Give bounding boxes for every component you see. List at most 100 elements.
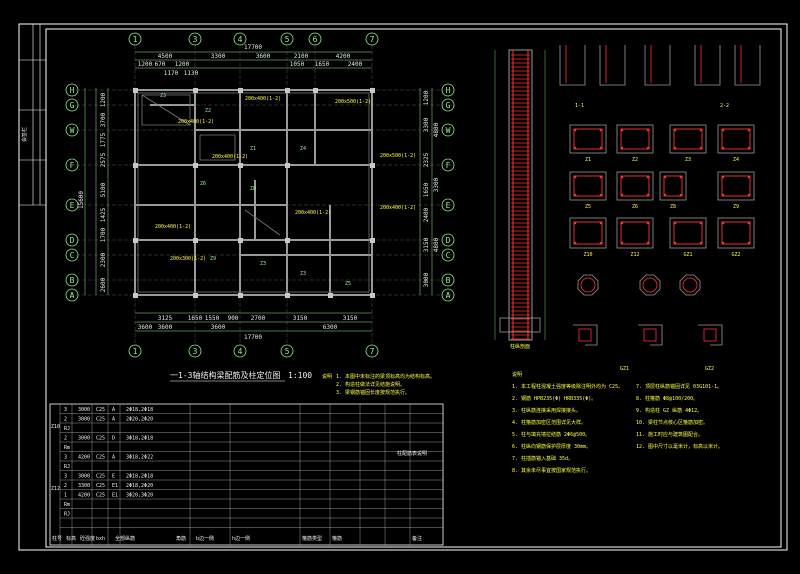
table-cell-0-0: 3	[64, 407, 67, 413]
axis-bottom-3: 3	[193, 347, 198, 356]
note-left-5: 6. 柱纵向钢筋保护层厚度 30mm。	[512, 443, 591, 450]
section-bar-9-0	[620, 221, 624, 225]
axis-left-D: D	[70, 236, 75, 245]
axis-top-3: 3	[193, 35, 198, 44]
beam-label-1: 200x500(1-2)	[335, 99, 371, 105]
section-bar-8-1	[599, 221, 603, 225]
plan-top-dims-2: 1200 670 1200 1050 1650 2400	[138, 61, 363, 68]
left-dim-0: 1200	[100, 92, 107, 107]
section-label-4: Z5	[585, 204, 591, 210]
plan-wall-thin	[137, 92, 370, 293]
bottom-dim-1-2: 1550	[205, 315, 220, 322]
section-bar-10-1	[699, 221, 703, 225]
axis-right-D: D	[446, 236, 451, 245]
axis-bottom-1: 1	[133, 347, 138, 356]
section-bar-9-3	[646, 241, 650, 245]
left-dim-2: 1775	[100, 132, 107, 147]
section-label-3: Z4	[733, 157, 739, 163]
top-dim-2-4: 1650	[315, 61, 330, 68]
table-cell-1-3: A	[112, 417, 115, 423]
table-cell-2-0: RJ	[64, 426, 70, 432]
section-stirrup-6	[663, 175, 683, 197]
column-label-3: Z4	[300, 146, 306, 152]
axis-right-A: A	[446, 291, 451, 300]
section-stirrup-1	[620, 128, 650, 150]
plan-note-0: 1. 本图中未标注的梁顶标高均为结构标高。	[336, 373, 435, 380]
section-stirrup-10	[673, 221, 703, 245]
upper-detail-1	[599, 45, 626, 86]
axis-right-C: C	[446, 251, 451, 260]
table-cell-7-0: 3	[64, 474, 67, 480]
table-cell-7-4: 2Φ18,2Φ18	[126, 474, 153, 480]
section-bar-9-2	[620, 241, 624, 245]
section-bar-1-0	[620, 128, 624, 132]
section-bar-7-0	[721, 175, 725, 179]
axis-right-W: W	[446, 126, 451, 135]
plan-note-2: 3. 梁钢筋锚固长度按规范执行。	[336, 389, 410, 396]
left-dim-5: 1425	[100, 207, 107, 222]
axis-bottom-5: 5	[285, 347, 290, 356]
top-dim-2-3: 1050	[290, 61, 305, 68]
section-bar-7-1	[747, 175, 751, 179]
right-dim-6: 3000	[423, 272, 430, 287]
section-label-1: Z2	[632, 157, 638, 163]
table-header-5: 角筋	[176, 535, 186, 542]
bottom-dim-1-3: 900	[228, 315, 239, 322]
column-table: 3 3000 C25 A 2Φ18,2Φ18 2 3000 C25 A 2Φ20,2Φ20 RJ 2 3…	[49, 403, 444, 546]
table-cell-9-2: C25	[96, 493, 105, 499]
plan-walls	[134, 89, 373, 296]
section-bar-9-1	[646, 221, 650, 225]
gz-stirrup-0	[578, 328, 592, 342]
upper-detail-4	[734, 45, 761, 86]
section-stirrup-3	[721, 128, 751, 150]
table-cell-1-2: C25	[96, 417, 105, 423]
table-cell-9-4: 3Φ20,3Φ20	[126, 493, 153, 499]
plan-scale: 1:100	[288, 371, 312, 380]
table-header-6: b边一侧	[196, 535, 214, 542]
right-dim-2-0: 4800	[433, 122, 440, 137]
column-label-4: Z6	[200, 181, 206, 187]
table-cell-11-0: RJ	[64, 512, 70, 518]
plan-top-dims-3: 1170 1130	[164, 70, 199, 77]
upper-detail-0	[559, 45, 586, 86]
section-label-5: Z6	[632, 204, 638, 210]
beam-label-7: 200x400(1-2)	[155, 224, 191, 230]
right-dim-4: 2400	[423, 207, 430, 222]
top-dim-1-2: 3600	[256, 53, 271, 60]
right-dim-3: 1650	[423, 182, 430, 197]
plan-notes-list: 1. 本图中未标注的梁顶标高均为结构标高。2. 构造柱做法详见结施说明。3. 梁…	[336, 373, 435, 396]
note-left-3: 4. 柱箍筋加密区范围详见大样。	[512, 419, 586, 426]
section-label-6: Z8	[670, 204, 676, 210]
column-label-1: Z2	[205, 108, 211, 114]
bottom-dim-2-2: 3600	[211, 324, 226, 331]
table-cell-5-1: 4200	[78, 455, 90, 461]
axis-left-C: C	[70, 251, 75, 260]
beam-label-4: 200x500(1-2)	[380, 153, 416, 159]
section-bar-5-0	[620, 175, 624, 179]
table-cell-3-0: 2	[64, 436, 67, 442]
axis-left-A: A	[70, 291, 75, 300]
plan-right-dims: 1200 3300 2325 1650 2400 3150 3000	[423, 90, 430, 287]
column-label-6: Z9	[210, 256, 216, 262]
note-left-0: 1. 本工程柱混凝土强度等级除注明外均为 C25。	[512, 383, 623, 390]
beam-label-8: 200x300(1-2)	[170, 256, 206, 262]
axis-left-F: F	[70, 161, 75, 170]
section-bar-8-0	[573, 221, 577, 225]
gz-detail-0	[573, 324, 598, 346]
beam-label-0: 200x400(1-2)	[245, 96, 281, 102]
plan-dimension-lines	[84, 51, 433, 332]
axis-left-G: G	[70, 101, 75, 110]
beam-label-5: 200x400(1-2)	[295, 210, 331, 216]
note-right-1: 8. 柱箍筋 Φ8@100/200。	[636, 395, 698, 402]
axis-bottom-4: 4	[238, 347, 243, 356]
top-dim-1-4: 4200	[336, 53, 351, 60]
note-right-2: 9. 构造柱 GZ 纵筋 4Φ12。	[636, 407, 702, 414]
right-dim-0: 1200	[423, 90, 430, 105]
beam-label-3: 200x400(1-2)	[212, 154, 248, 160]
section-bar-6-2	[663, 193, 667, 197]
section-stirrup-8	[573, 221, 603, 245]
bottom-dim-2-1: 3600	[158, 324, 173, 331]
right-dim-2-1: 3300	[433, 177, 440, 192]
section-bar-0-1	[599, 128, 603, 132]
section-bar-10-3	[699, 241, 703, 245]
